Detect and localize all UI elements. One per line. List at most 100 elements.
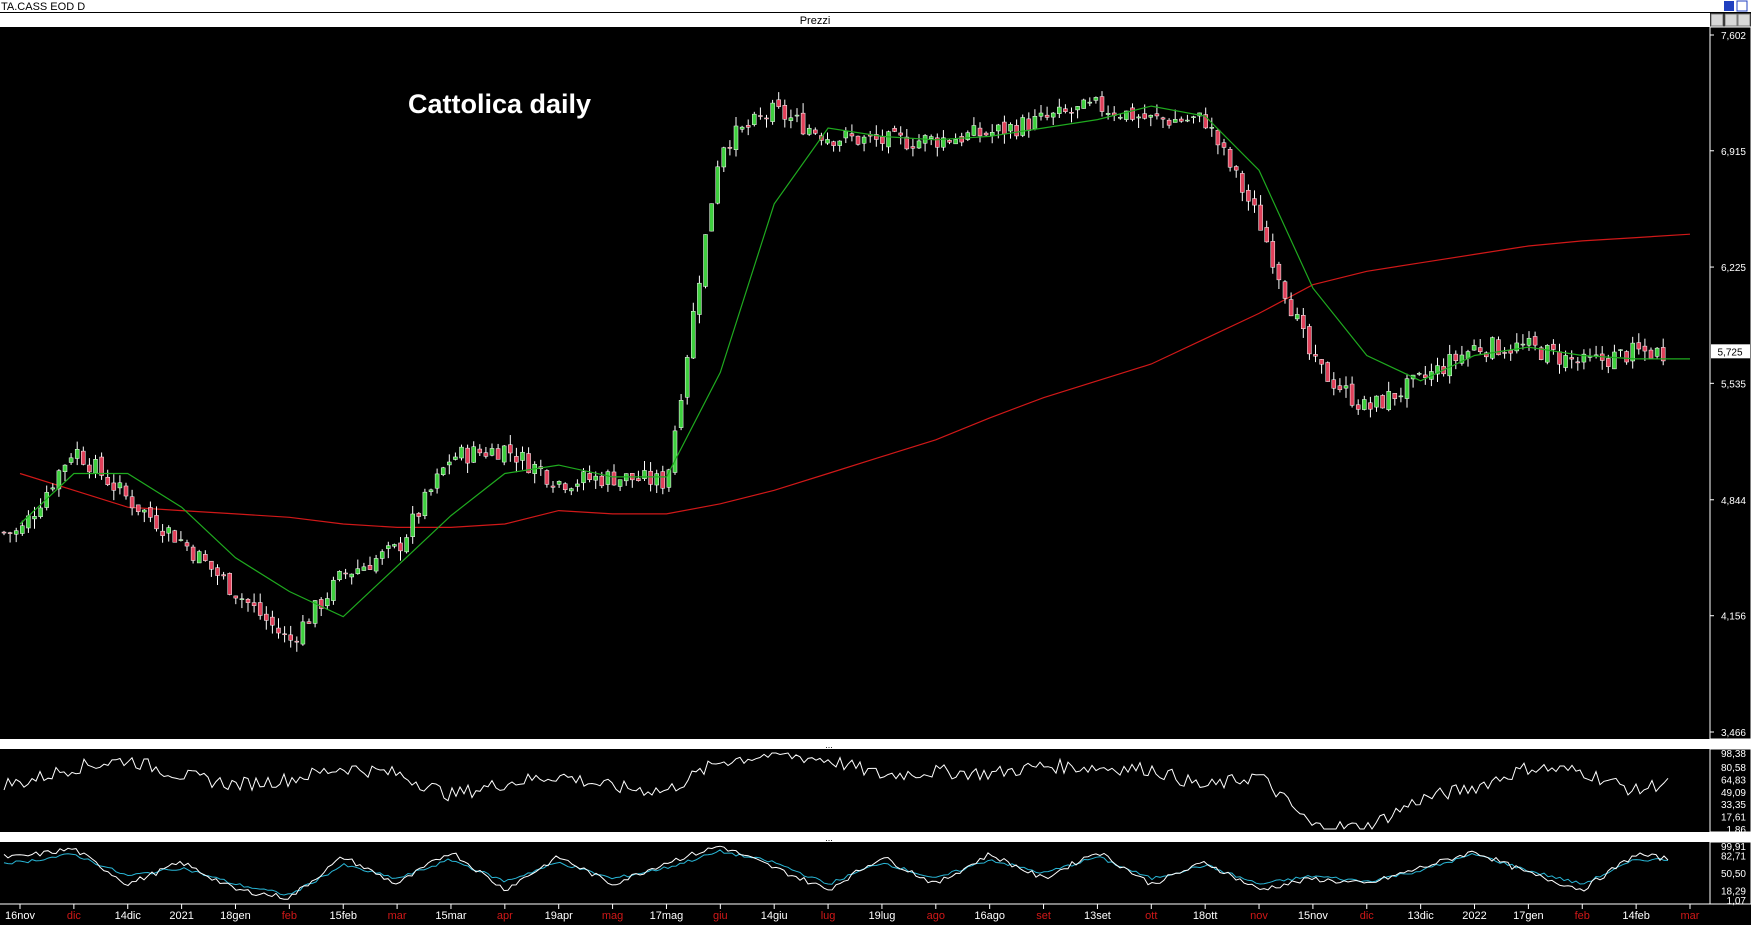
candle-body bbox=[1227, 148, 1233, 168]
candle-body bbox=[1545, 345, 1550, 363]
candle-body bbox=[715, 166, 720, 204]
candle-body bbox=[20, 525, 25, 534]
candle-body bbox=[1331, 379, 1337, 389]
candle-body bbox=[1648, 349, 1654, 359]
candle-body bbox=[160, 530, 165, 536]
candle-body bbox=[617, 479, 623, 487]
price-tick-label: 4,156 bbox=[1721, 612, 1746, 623]
time-tick-label: ago bbox=[927, 910, 945, 922]
candle-body bbox=[1081, 99, 1086, 109]
candle-body bbox=[599, 475, 605, 487]
candle-body bbox=[562, 483, 568, 491]
candle-body bbox=[1416, 373, 1422, 375]
candle-body bbox=[544, 470, 550, 485]
long-ma-layer bbox=[19, 233, 1691, 528]
panel-minimize-icon[interactable] bbox=[1710, 13, 1724, 27]
candle-body bbox=[745, 125, 751, 128]
candle-body bbox=[87, 464, 92, 473]
time-tick-label: giu bbox=[713, 910, 728, 922]
candle-body bbox=[1154, 113, 1160, 117]
stoch-tick-label: 1,07 bbox=[1727, 896, 1747, 907]
time-tick-label: 17gen bbox=[1513, 910, 1544, 922]
price-panel-title: Prezzi bbox=[800, 15, 831, 27]
candle-body bbox=[386, 545, 391, 549]
candle-body bbox=[971, 125, 977, 136]
candle-body bbox=[800, 112, 806, 135]
candle-body bbox=[373, 558, 379, 572]
candle-body bbox=[453, 456, 458, 460]
chart-area: TA.CASS EOD D Prezzi ... ... Cattolica d… bbox=[0, 0, 1751, 922]
time-tick-label: lug bbox=[821, 910, 836, 922]
candle-body bbox=[1612, 351, 1617, 370]
panel-maximize-icon[interactable] bbox=[1724, 13, 1738, 27]
osc-tick-label: 33,35 bbox=[1721, 800, 1746, 811]
candle-body bbox=[123, 485, 129, 497]
candle-body bbox=[764, 117, 769, 120]
window-minimize-icon[interactable] bbox=[1724, 1, 1734, 11]
candle-body bbox=[233, 595, 239, 599]
candle-body bbox=[1038, 112, 1044, 117]
candle-body bbox=[1233, 166, 1239, 171]
time-tick-label: 17mag bbox=[650, 910, 684, 922]
price-tick-label: 5,535 bbox=[1721, 379, 1746, 390]
candle-body bbox=[1002, 121, 1007, 135]
time-tick-label: dic bbox=[67, 910, 82, 922]
candle-body bbox=[1654, 347, 1660, 357]
candle-body bbox=[1093, 97, 1099, 101]
candle-body bbox=[1240, 173, 1245, 193]
candle-body bbox=[1258, 204, 1263, 231]
candle-body bbox=[886, 131, 891, 148]
candle-body bbox=[1374, 395, 1379, 408]
stoch-panel-separator[interactable] bbox=[0, 832, 1751, 842]
candle-body bbox=[977, 127, 983, 137]
candle-body bbox=[1508, 350, 1513, 354]
candle-body bbox=[178, 539, 184, 541]
last-price-marker: 5,725 bbox=[1711, 344, 1750, 359]
stochastic-panel: 99,9182,7150,5018,291,07 bbox=[3, 842, 1747, 907]
candle-body bbox=[1526, 337, 1532, 346]
candle-body bbox=[81, 450, 86, 465]
osc-panel-separator[interactable] bbox=[0, 739, 1751, 749]
candle-body bbox=[1636, 342, 1642, 350]
candle-body bbox=[703, 234, 708, 287]
candle-body bbox=[550, 485, 556, 488]
candle-body bbox=[1099, 96, 1105, 112]
candle-body bbox=[422, 491, 428, 517]
candle-body bbox=[434, 473, 440, 489]
candle-body bbox=[1392, 393, 1398, 399]
candle-body bbox=[916, 140, 922, 149]
osc-separator-grip[interactable]: ... bbox=[825, 740, 833, 750]
candle-body bbox=[1624, 351, 1629, 363]
candle-body bbox=[1069, 112, 1074, 114]
candle-body bbox=[264, 613, 269, 621]
candle-body bbox=[13, 530, 19, 535]
time-tick-label: apr bbox=[497, 910, 513, 922]
candle-body bbox=[1166, 119, 1172, 126]
candle-body bbox=[1313, 354, 1318, 357]
candle-body bbox=[135, 504, 141, 512]
time-tick-label: 16ago bbox=[974, 910, 1005, 922]
candle-body bbox=[337, 571, 342, 581]
candle-body bbox=[1032, 116, 1038, 130]
candle-body bbox=[1319, 359, 1324, 365]
last-price-label: 5,725 bbox=[1717, 347, 1742, 358]
candle-body bbox=[50, 487, 56, 490]
candle-body bbox=[1026, 118, 1032, 131]
candle-body bbox=[129, 496, 135, 509]
candle-body bbox=[1057, 106, 1062, 114]
candle-body bbox=[983, 132, 989, 136]
price-tick-label: 4,844 bbox=[1721, 496, 1746, 507]
candle-body bbox=[1447, 354, 1452, 377]
panel-close-icon[interactable] bbox=[1737, 13, 1751, 27]
candle-body bbox=[38, 507, 43, 517]
stoch-separator-grip[interactable]: ... bbox=[825, 833, 833, 843]
candle-body bbox=[93, 459, 98, 474]
candle-body bbox=[806, 127, 812, 135]
candle-body bbox=[1557, 351, 1562, 365]
candle-body bbox=[1343, 385, 1349, 389]
candle-body bbox=[770, 102, 775, 122]
candle-body bbox=[306, 621, 312, 624]
candle-body bbox=[1398, 395, 1404, 398]
candle-body bbox=[227, 573, 232, 595]
window-title-bar bbox=[0, 0, 1751, 12]
